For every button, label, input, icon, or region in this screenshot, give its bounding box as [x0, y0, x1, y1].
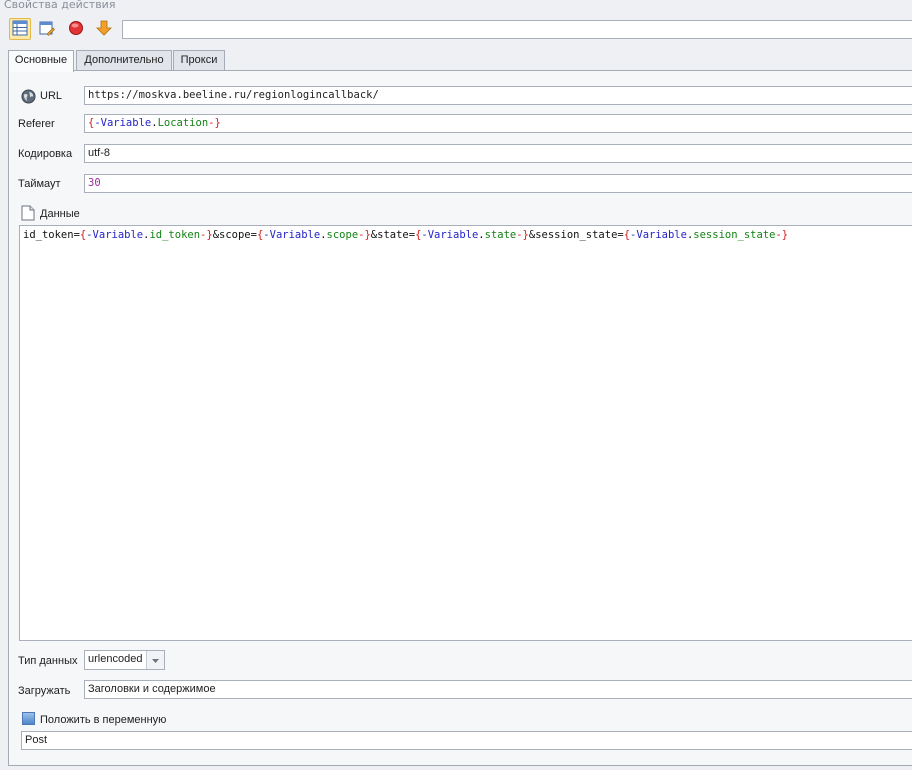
data-token: -Variable	[263, 229, 321, 241]
timeout-label: Таймаут	[18, 178, 61, 190]
encoding-label: Кодировка	[18, 148, 73, 160]
variable-name-field[interactable]: Post	[21, 731, 912, 750]
arrow-down-icon	[96, 20, 112, 39]
chevron-down-icon	[152, 654, 159, 666]
data-type-dropdown-button[interactable]	[146, 651, 164, 669]
toolbar	[0, 14, 912, 44]
stop-icon	[68, 20, 84, 39]
data-token: session_state	[693, 229, 776, 241]
data-textarea[interactable]: id_token={-Variable.id_token-}&scope={-V…	[19, 225, 912, 641]
referer-brace-close: -}	[208, 117, 221, 129]
save-to-variable-checkbox[interactable]	[22, 712, 35, 725]
data-token: -Variable	[86, 229, 144, 241]
data-token: &session_state=	[528, 229, 624, 241]
data-type-value: urlencoded	[88, 653, 143, 665]
data-label: Данные	[40, 208, 80, 220]
data-token: state	[484, 229, 517, 241]
grid-view-button[interactable]	[9, 18, 31, 40]
edit-button[interactable]	[36, 18, 58, 40]
globe-icon	[21, 89, 36, 107]
tab-proxy[interactable]: Прокси	[173, 50, 225, 71]
document-icon	[21, 205, 35, 224]
referer-keyword: -Variable	[94, 117, 152, 129]
data-token: scope	[326, 229, 359, 241]
move-down-button[interactable]	[93, 18, 115, 40]
data-token: id_token=	[23, 229, 80, 241]
grid-view-icon	[12, 20, 28, 39]
data-token: -}	[358, 229, 371, 241]
data-token: -}	[516, 229, 529, 241]
referer-label: Referer	[18, 118, 55, 130]
data-token: -Variable	[421, 229, 479, 241]
data-token: -}	[775, 229, 789, 241]
edit-icon	[39, 20, 55, 39]
data-token: id_token	[149, 229, 201, 241]
stop-button[interactable]	[65, 18, 87, 40]
data-token: -}	[200, 229, 213, 241]
load-label: Загружать	[18, 685, 71, 697]
load-select[interactable]: Заголовки и содержимое	[84, 680, 912, 699]
url-field[interactable]: https://moskva.beeline.ru/regionlogincal…	[84, 86, 912, 105]
referer-variable-name: Location	[157, 117, 209, 129]
tab-advanced[interactable]: Дополнительно	[76, 50, 172, 71]
data-type-select[interactable]: urlencoded	[84, 650, 165, 670]
data-token: -Variable	[630, 229, 687, 241]
url-label: URL	[40, 90, 63, 102]
panel-title: Свойства действия	[4, 0, 116, 11]
data-token: &scope=	[212, 229, 257, 241]
referer-field[interactable]: {-Variable.Location-}	[84, 114, 912, 133]
data-token: &state=	[370, 229, 416, 241]
tab-basic[interactable]: Основные	[8, 50, 74, 72]
timeout-field[interactable]: 30	[84, 174, 912, 193]
toolbar-input[interactable]	[122, 20, 912, 39]
encoding-field[interactable]: utf-8	[84, 144, 912, 163]
data-type-label: Тип данных	[18, 655, 78, 667]
save-to-variable-label: Положить в переменную	[40, 714, 167, 726]
